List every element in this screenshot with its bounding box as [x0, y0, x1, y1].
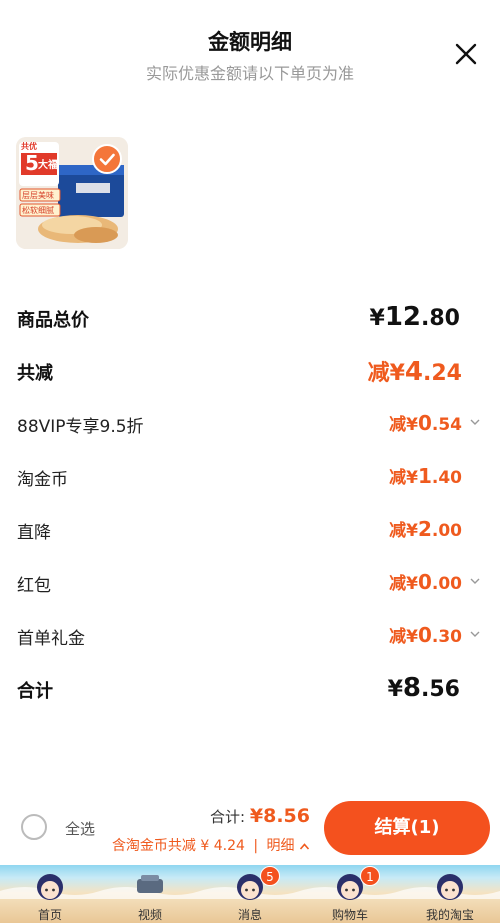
- row-label: 红包: [17, 576, 51, 596]
- total-line: 合计: ¥8.56: [210, 805, 310, 827]
- row-label: 首单礼金: [17, 629, 85, 649]
- product-thumbnail[interactable]: 共优 5 大福 层层美味 松软细腻: [16, 137, 128, 249]
- tab-messages[interactable]: 5 消息: [200, 865, 300, 923]
- chevron-up-icon[interactable]: [299, 842, 310, 851]
- row-total-discount: 共减 减¥4.24: [0, 351, 500, 391]
- tab-cart[interactable]: 1 购物车: [300, 865, 400, 923]
- row-total-price: 商品总价 ¥12.80: [0, 298, 500, 338]
- total-label: 合计:: [210, 808, 246, 826]
- select-all-label[interactable]: 全选: [65, 818, 95, 839]
- tab-my-taobao[interactable]: 我的淘宝: [400, 865, 500, 923]
- row-first-order-gift[interactable]: 首单礼金 减¥0.30: [0, 616, 500, 656]
- tab-label: 购物车: [331, 908, 368, 922]
- row-label: 88VIP专享9.5折: [17, 417, 144, 437]
- check-icon: [99, 153, 115, 166]
- discount-summary[interactable]: 含淘金币共减 ¥ 4.24 | 明细: [112, 835, 310, 855]
- bottom-tab-bar: 首页 视频 5 消息 1 购物车 我的淘宝: [0, 865, 500, 923]
- row-value: 减¥4.24: [367, 357, 462, 387]
- select-all-radio[interactable]: [21, 814, 47, 840]
- row-label: 直降: [17, 523, 51, 543]
- header: 金额明细 实际优惠金额请以下单页为准: [0, 0, 500, 100]
- total-amount: ¥8.56: [249, 805, 310, 827]
- tab-home[interactable]: 首页: [0, 865, 100, 923]
- close-icon[interactable]: [452, 40, 480, 68]
- row-value: 减¥0.30: [389, 623, 462, 647]
- page-title: 金额明细: [208, 30, 292, 54]
- row-label: 淘金币: [17, 470, 68, 490]
- product-tag-1: 层层美味: [22, 191, 54, 200]
- selected-check-badge[interactable]: [92, 144, 122, 174]
- product-badge-number: 5: [25, 151, 39, 175]
- video-icon: [137, 875, 163, 893]
- row-grand-total: 合计 ¥8.56: [0, 669, 500, 709]
- divider: |: [253, 838, 259, 854]
- my-taobao-avatar-icon: [437, 874, 463, 900]
- message-count-badge: 5: [260, 866, 280, 886]
- row-value: ¥8.56: [387, 673, 460, 703]
- checkout-bar: 全选 合计: ¥8.56 含淘金币共减 ¥ 4.24 | 明细 结算(1): [0, 793, 500, 865]
- product-badge-text: 大福: [38, 160, 58, 171]
- tab-label: 首页: [37, 908, 62, 922]
- discount-text: 含淘金币共减 ¥ 4.24: [111, 838, 245, 854]
- checkout-button[interactable]: 结算(1): [324, 801, 490, 855]
- chevron-down-icon[interactable]: [469, 416, 481, 428]
- row-direct-discount: 直降 减¥2.00: [0, 510, 500, 550]
- row-88vip-discount[interactable]: 88VIP专享9.5折 减¥0.54: [0, 404, 500, 444]
- cart-count-badge: 1: [360, 866, 380, 886]
- row-value: 减¥1.40: [389, 464, 462, 488]
- home-avatar-icon: [37, 874, 63, 900]
- row-taojinbi: 淘金币 减¥1.40: [0, 457, 500, 497]
- detail-link[interactable]: 明细: [267, 838, 295, 854]
- page-subtitle: 实际优惠金额请以下单页为准: [145, 64, 354, 83]
- row-label: 商品总价: [17, 310, 89, 331]
- row-value: 减¥2.00: [389, 517, 462, 541]
- row-label: 共减: [17, 363, 53, 384]
- row-label: 合计: [17, 681, 53, 702]
- tab-label: 消息: [237, 908, 262, 922]
- row-value: ¥12.80: [369, 302, 460, 332]
- product-tag-2: 松软细腻: [22, 206, 54, 215]
- tab-label: 我的淘宝: [425, 908, 474, 922]
- chevron-down-icon[interactable]: [469, 575, 481, 587]
- tab-label: 视频: [137, 908, 162, 922]
- tab-video[interactable]: 视频: [100, 865, 200, 923]
- chevron-down-icon[interactable]: [469, 628, 481, 640]
- row-value: 减¥0.54: [389, 411, 462, 435]
- row-red-packet[interactable]: 红包 减¥0.00: [0, 563, 500, 603]
- row-value: 减¥0.00: [389, 570, 462, 594]
